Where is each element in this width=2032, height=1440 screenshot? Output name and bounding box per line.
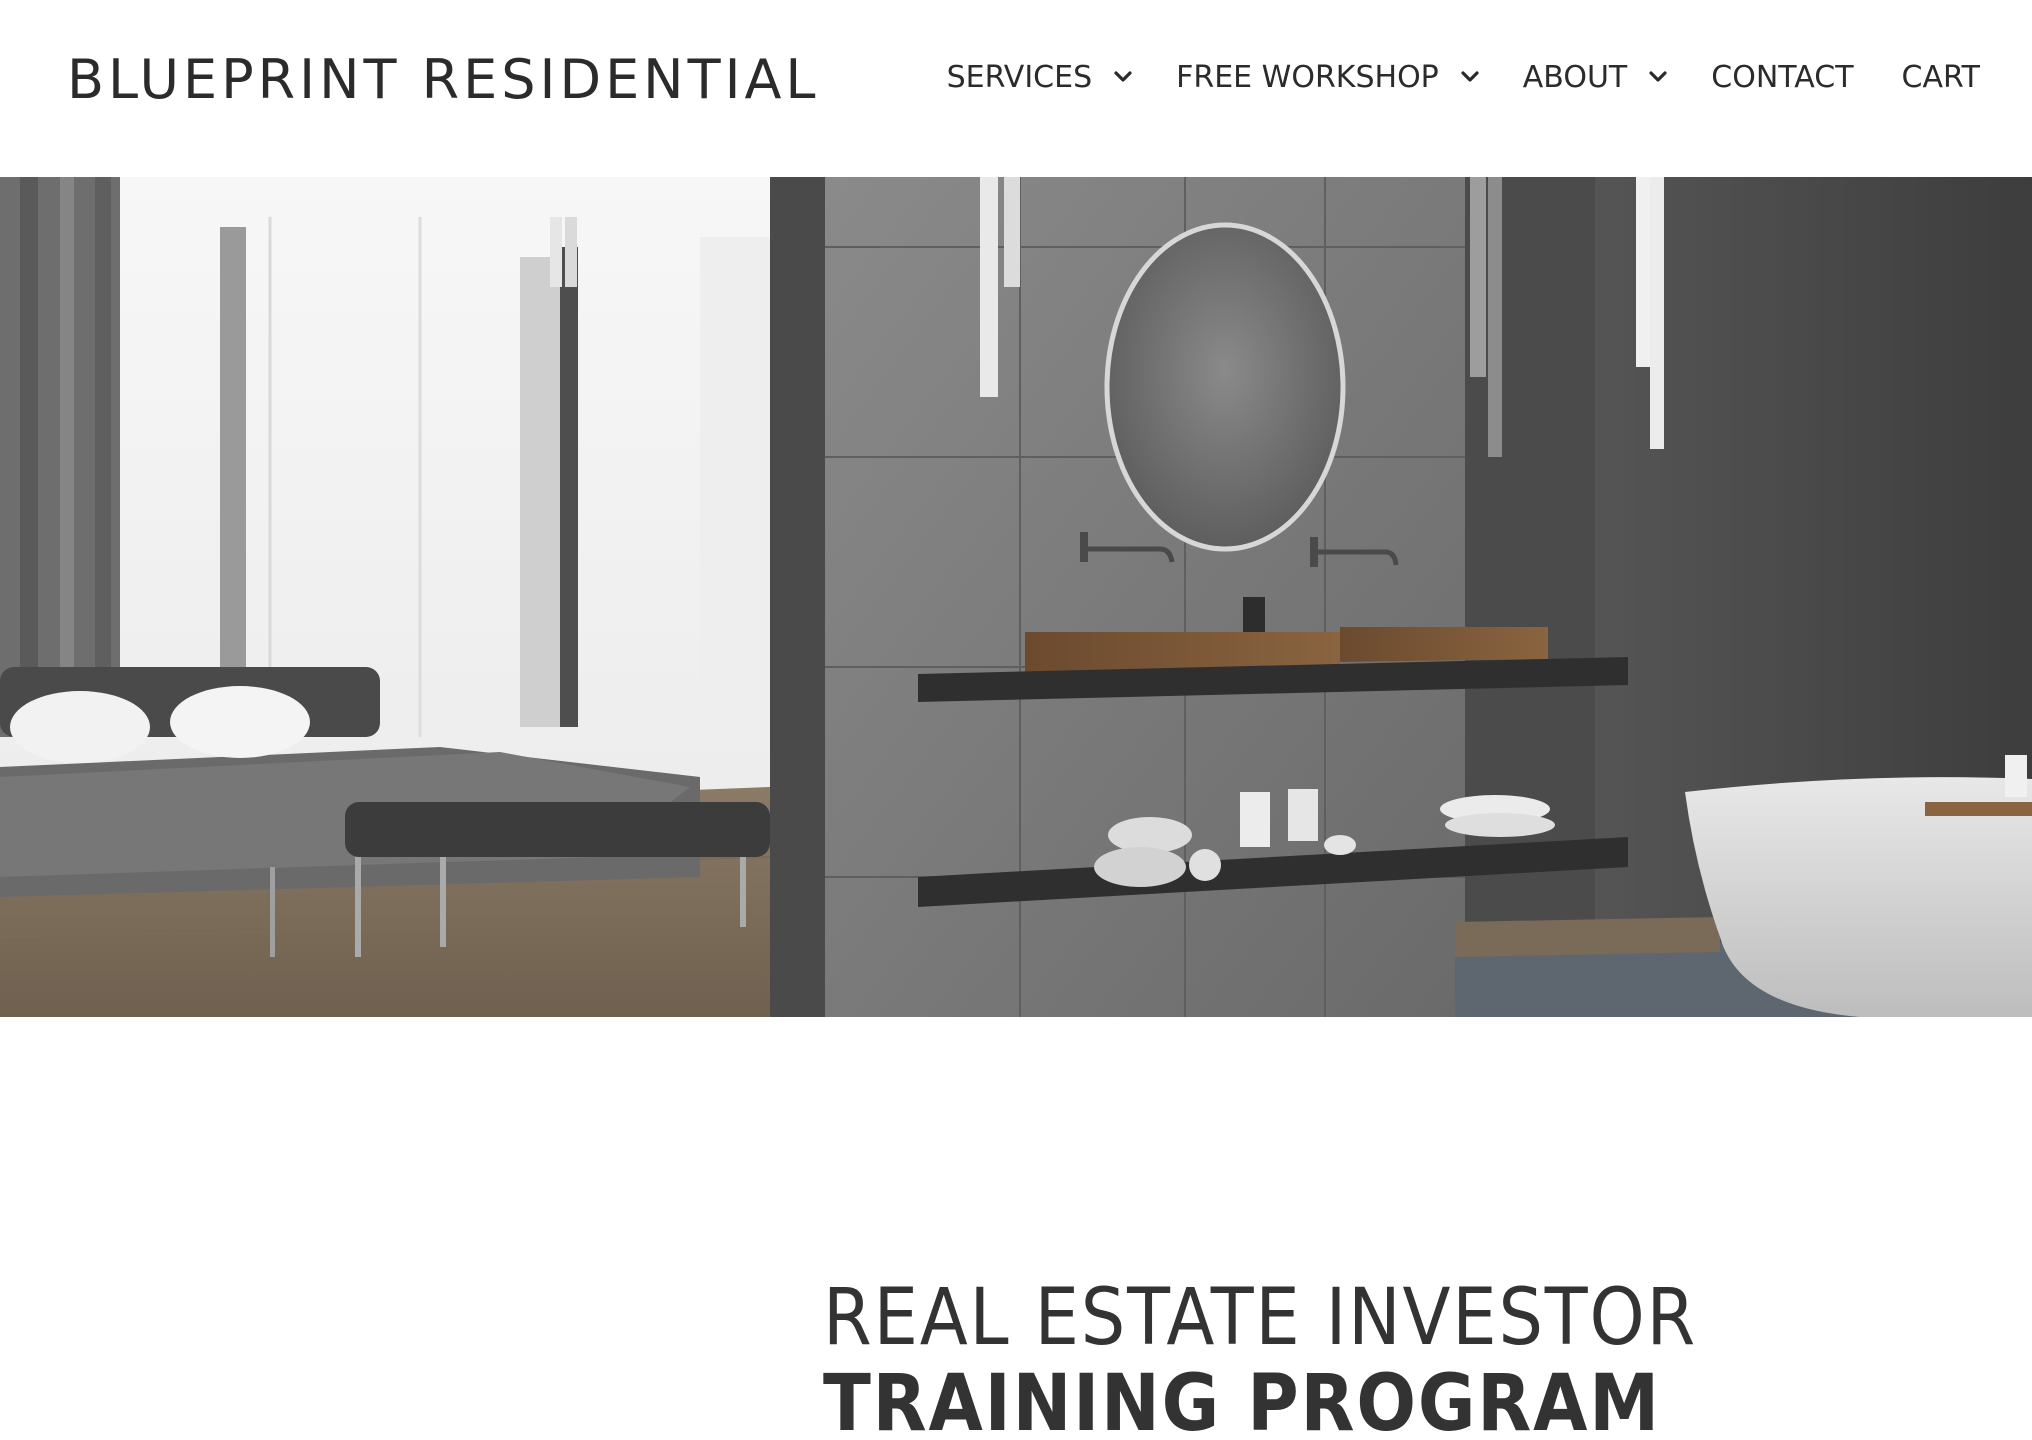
hero-headline: REAL ESTATE INVESTOR TRAINING PROGRAM bbox=[823, 1275, 1794, 1440]
nav-item-free-workshop[interactable]: FREE WORKSHOP bbox=[1176, 60, 1483, 95]
nav-item-label: ABOUT bbox=[1522, 59, 1628, 95]
site-logo[interactable]: BLUEPRINT RESIDENTIAL bbox=[67, 48, 820, 111]
nav-item-label: SERVICES bbox=[946, 59, 1093, 95]
interior-illustration bbox=[0, 177, 2032, 1017]
nav-item-label: CART bbox=[1901, 59, 1980, 95]
headline-line-2: TRAINING PROGRAM bbox=[823, 1359, 1661, 1440]
chevron-down-icon bbox=[1461, 71, 1479, 82]
nav-item-services[interactable]: SERVICES bbox=[947, 60, 1137, 95]
hero-image bbox=[0, 177, 2032, 1017]
nav-item-label: FREE WORKSHOP bbox=[1176, 59, 1439, 95]
nav-item-cart[interactable]: CART bbox=[1902, 60, 1980, 95]
chevron-down-icon bbox=[1114, 71, 1132, 82]
headline-line-1: REAL ESTATE INVESTOR bbox=[823, 1273, 1698, 1363]
nav-item-about[interactable]: ABOUT bbox=[1523, 60, 1671, 95]
nav-item-contact[interactable]: CONTACT bbox=[1711, 60, 1853, 95]
nav-item-label: CONTACT bbox=[1711, 59, 1854, 95]
chevron-down-icon bbox=[1649, 71, 1667, 82]
main-nav: SERVICES FREE WORKSHOP ABOUT CONTACT CAR… bbox=[947, 52, 1980, 102]
site-header: BLUEPRINT RESIDENTIAL SERVICES FREE WORK… bbox=[0, 0, 2032, 177]
